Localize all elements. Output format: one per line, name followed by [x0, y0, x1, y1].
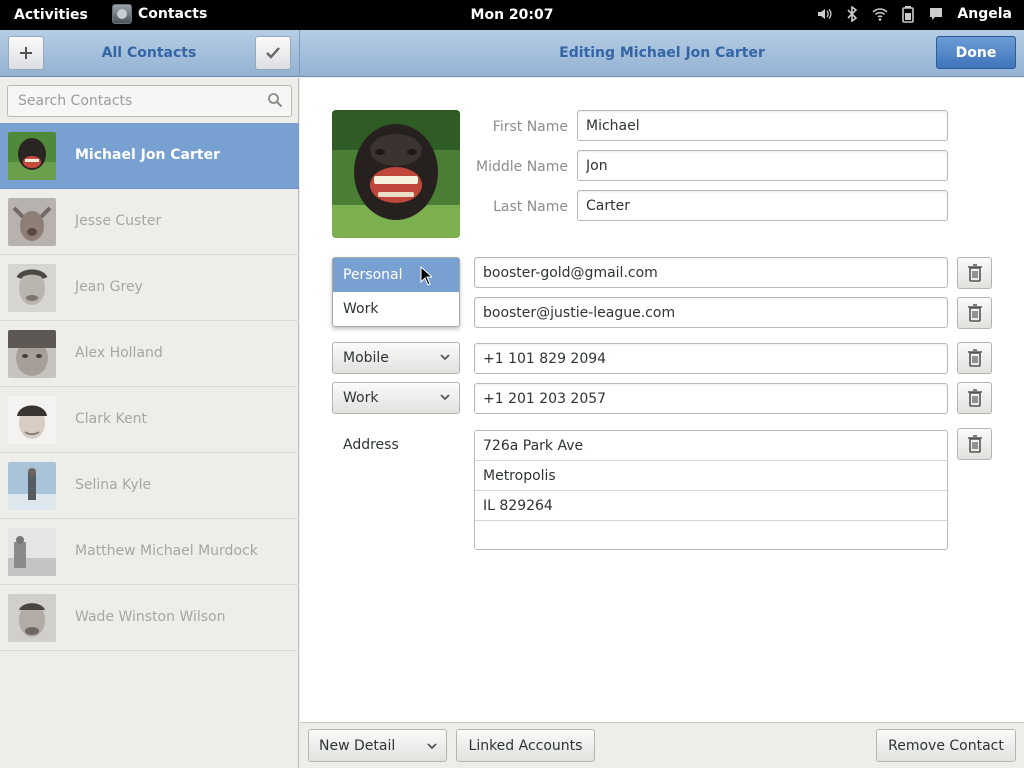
page-title: Editing Michael Jon Carter — [559, 45, 765, 61]
battery-icon[interactable] — [899, 5, 917, 23]
chevron-down-icon — [427, 743, 437, 750]
contact-item[interactable]: Jesse Custer — [0, 189, 299, 255]
contact-item[interactable]: Wade Winston Wilson — [0, 585, 299, 651]
volume-icon[interactable] — [815, 5, 833, 23]
address-country-field[interactable] — [475, 521, 947, 551]
phone-field[interactable] — [474, 383, 948, 414]
contact-avatar — [8, 528, 56, 576]
contact-avatar — [8, 264, 56, 312]
contact-editor: First Name Middle Name Last Name Mobile … — [300, 78, 1024, 722]
contact-name: Selina Kyle — [75, 477, 152, 493]
app-menu[interactable]: Contacts — [112, 4, 207, 24]
linked-accounts-button[interactable]: Linked Accounts — [456, 729, 595, 762]
delete-email-button[interactable] — [957, 297, 992, 329]
contacts-app-icon — [112, 4, 132, 24]
header-bar: All Contacts Editing Michael Jon Carter … — [0, 30, 1024, 77]
email-field[interactable] — [474, 257, 948, 288]
app-name: Contacts — [138, 6, 208, 22]
bottom-toolbar: New Detail Linked Accounts Remove Contac… — [300, 722, 1024, 768]
search-input[interactable] — [8, 86, 258, 116]
sidebar: Michael Jon Carter Jesse Custer Jean Gre… — [0, 78, 299, 768]
trash-icon — [967, 435, 982, 453]
plus-icon — [20, 47, 32, 59]
contact-item[interactable]: Alex Holland — [0, 321, 299, 387]
delete-phone-button[interactable] — [957, 382, 992, 414]
user-menu[interactable]: Angela — [957, 6, 1012, 22]
system-tray: Angela — [815, 5, 1012, 23]
trash-icon — [967, 349, 982, 367]
delete-phone-button[interactable] — [957, 342, 992, 374]
phone-type-select[interactable]: Mobile — [332, 342, 460, 374]
middle-name-field[interactable] — [577, 150, 948, 181]
sidebar-title: All Contacts — [101, 45, 197, 61]
wifi-icon[interactable] — [871, 5, 889, 23]
bluetooth-icon[interactable] — [843, 5, 861, 23]
chevron-down-icon — [440, 394, 450, 401]
check-icon — [266, 47, 280, 59]
address-street-field[interactable]: 726a Park Ave — [475, 431, 947, 461]
contact-avatar — [8, 132, 56, 180]
add-contact-button[interactable] — [8, 36, 44, 70]
contact-item[interactable]: Clark Kent — [0, 387, 299, 453]
popup-option-work[interactable]: Work — [333, 292, 459, 326]
contact-item[interactable]: Michael Jon Carter — [0, 123, 299, 189]
popup-option-personal[interactable]: Personal — [333, 258, 459, 292]
contact-avatar — [8, 330, 56, 378]
contact-name: Jean Grey — [75, 279, 143, 295]
contact-name: Alex Holland — [75, 345, 163, 361]
contact-item[interactable]: Matthew Michael Murdock — [0, 519, 299, 585]
middle-name-label: Middle Name — [476, 159, 568, 175]
contact-name: Clark Kent — [75, 411, 148, 427]
contact-name: Wade Winston Wilson — [75, 609, 226, 625]
address-region-field[interactable]: IL 829264 — [475, 491, 947, 521]
contact-avatar — [8, 396, 56, 444]
trash-icon — [967, 389, 982, 407]
address-label: Address — [343, 437, 399, 453]
delete-address-button[interactable] — [957, 428, 992, 460]
address-city-field[interactable]: Metropolis — [475, 461, 947, 491]
contact-name: Michael Jon Carter — [75, 147, 220, 163]
trash-icon — [967, 264, 982, 282]
first-name-label: First Name — [492, 119, 568, 135]
phone-type-value: Mobile — [343, 350, 389, 366]
contact-item[interactable]: Jean Grey — [0, 255, 299, 321]
chevron-down-icon — [440, 354, 450, 361]
email-type-popup: Personal Work — [332, 257, 460, 327]
activities-button[interactable]: Activities — [14, 7, 88, 23]
search-icon — [267, 92, 283, 112]
contact-name: Jesse Custer — [75, 213, 162, 229]
first-name-field[interactable] — [577, 110, 948, 141]
last-name-label: Last Name — [493, 199, 568, 215]
search-box — [7, 85, 292, 117]
contact-name: Matthew Michael Murdock — [75, 543, 258, 559]
new-detail-select[interactable]: New Detail — [308, 729, 447, 762]
trash-icon — [967, 304, 982, 322]
done-button[interactable]: Done — [936, 36, 1016, 69]
remove-contact-button[interactable]: Remove Contact — [876, 729, 1016, 762]
chat-icon[interactable] — [927, 5, 945, 23]
contact-avatar — [8, 198, 56, 246]
top-bar: Activities Contacts Mon 20:07 Angela — [0, 0, 1024, 30]
select-mode-button[interactable] — [255, 36, 291, 70]
delete-email-button[interactable] — [957, 257, 992, 289]
new-detail-label: New Detail — [319, 737, 396, 754]
mouse-cursor-icon — [420, 266, 432, 286]
email-field[interactable] — [474, 297, 948, 328]
contact-item[interactable]: Selina Kyle — [0, 453, 299, 519]
contact-avatar — [8, 594, 56, 642]
phone-type-value: Work — [343, 390, 379, 406]
phone-field[interactable] — [474, 343, 948, 374]
contact-list: Michael Jon Carter Jesse Custer Jean Gre… — [0, 123, 299, 651]
phone-type-select[interactable]: Work — [332, 382, 460, 414]
contact-avatar — [8, 462, 56, 510]
address-box: 726a Park Ave Metropolis IL 829264 — [474, 430, 948, 550]
last-name-field[interactable] — [577, 190, 948, 221]
